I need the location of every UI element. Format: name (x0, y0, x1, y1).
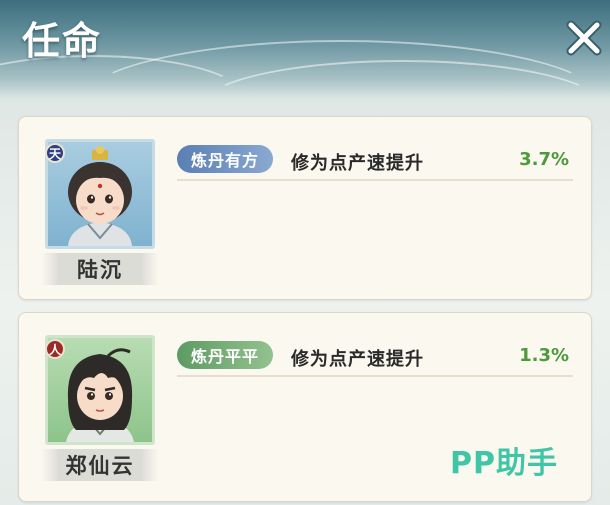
header-bar: 任命 (0, 0, 610, 100)
skill-row: 炼丹平平 修为点产速提升 1.3% (177, 339, 573, 377)
skill-bonus-value: 1.3% (519, 345, 569, 366)
close-button[interactable] (560, 12, 608, 64)
page-title: 任命 (22, 18, 103, 63)
official-card[interactable]: 天 陆沉 炼丹有方 修为点产速提升 3.7% (18, 116, 592, 300)
grade-badge: 人 (45, 339, 65, 359)
skill-row: 炼丹有方 修为点产速提升 3.7% (177, 143, 573, 181)
skill-tag[interactable]: 炼丹有方 (177, 145, 274, 173)
official-name: 郑仙云 (41, 449, 159, 481)
watermark-text: PP助手 (450, 446, 558, 481)
skill-bonus-value: 3.7% (519, 149, 569, 170)
close-icon (566, 20, 602, 56)
official-name: 陆沉 (41, 253, 159, 285)
grade-badge: 天 (45, 143, 65, 163)
skill-tag[interactable]: 炼丹平平 (177, 341, 274, 369)
skill-description: 修为点产速提升 (291, 153, 424, 174)
skill-description: 修为点产速提升 (291, 349, 424, 370)
